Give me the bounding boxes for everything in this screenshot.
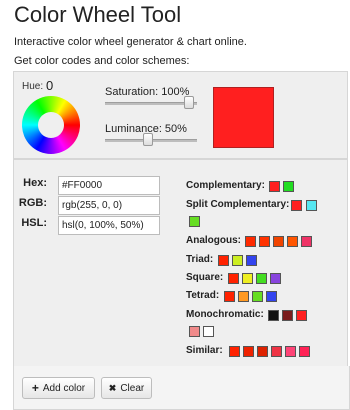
square-swatch[interactable] (242, 273, 253, 284)
analogous-swatch[interactable] (301, 236, 312, 247)
split-complementary-swatch[interactable] (291, 200, 302, 211)
clear-button[interactable]: ✖ Clear (101, 377, 152, 399)
analogous-swatch[interactable] (259, 236, 270, 247)
triad-label: Triad: (186, 254, 214, 265)
split-complementary-label: Split Complementary: (186, 199, 290, 210)
page-instruction: Get color codes and color schemes: (14, 55, 190, 67)
monochromatic-swatch[interactable] (296, 310, 307, 321)
analogous-swatch[interactable] (287, 236, 298, 247)
tetrad-label: Tetrad: (186, 290, 220, 301)
similar-swatch[interactable] (271, 346, 282, 357)
analogous-label: Analogous: (186, 235, 241, 246)
hex-input[interactable]: #FF0000 (58, 176, 160, 195)
analogous-swatch[interactable] (273, 236, 284, 247)
square-swatch[interactable] (256, 273, 267, 284)
split-complementary-swatch[interactable] (306, 200, 317, 211)
similar-swatch[interactable] (257, 346, 268, 357)
square-swatch[interactable] (228, 273, 239, 284)
page-subtitle: Interactive color wheel generator & char… (14, 36, 247, 48)
rgb-label: RGB: (18, 197, 47, 209)
saturation-slider-handle[interactable] (184, 96, 194, 109)
tetrad-swatch[interactable] (252, 291, 263, 302)
color-preview-swatch (213, 87, 274, 148)
page-title: Color Wheel Tool (14, 2, 182, 27)
split-complementary-swatch[interactable] (189, 216, 200, 227)
tetrad-swatch[interactable] (238, 291, 249, 302)
clear-label: Clear (120, 382, 145, 394)
hue-value: 0 (46, 78, 54, 93)
triad-swatch[interactable] (246, 255, 257, 266)
monochromatic-swatch[interactable] (189, 326, 200, 337)
hue-label: Hue: (22, 81, 44, 92)
similar-swatch[interactable] (229, 346, 240, 357)
square-label: Square: (186, 272, 224, 283)
add-color-button[interactable]: + Add color (22, 377, 95, 399)
rgb-input[interactable]: rgb(255, 0, 0) (58, 196, 160, 215)
monochromatic-label: Monochromatic: (186, 309, 264, 320)
tetrad-swatch[interactable] (224, 291, 235, 302)
complementary-label: Complementary: (186, 180, 265, 191)
complementary-swatch[interactable] (269, 181, 280, 192)
hsl-input[interactable]: hsl(0, 100%, 50%) (58, 216, 160, 235)
monochromatic-swatch[interactable] (282, 310, 293, 321)
add-color-label: Add color (42, 382, 86, 394)
similar-swatch[interactable] (285, 346, 296, 357)
saturation-label: Saturation: 100% (105, 86, 190, 98)
plus-icon: + (31, 381, 39, 395)
hsl-label: HSL: (21, 217, 47, 229)
triad-swatch[interactable] (218, 255, 229, 266)
square-swatch[interactable] (270, 273, 281, 284)
tetrad-swatch[interactable] (266, 291, 277, 302)
similar-swatch[interactable] (299, 346, 310, 357)
monochromatic-swatch[interactable] (203, 326, 214, 337)
luminance-slider-handle[interactable] (143, 133, 153, 146)
close-icon: ✖ (108, 382, 117, 393)
monochromatic-swatch[interactable] (268, 310, 279, 321)
complementary-swatch[interactable] (283, 181, 294, 192)
analogous-swatch[interactable] (245, 236, 256, 247)
hex-label: Hex: (23, 177, 47, 189)
similar-swatch[interactable] (243, 346, 254, 357)
color-wheel[interactable] (22, 96, 80, 154)
similar-label: Similar: (186, 345, 223, 356)
triad-swatch[interactable] (232, 255, 243, 266)
